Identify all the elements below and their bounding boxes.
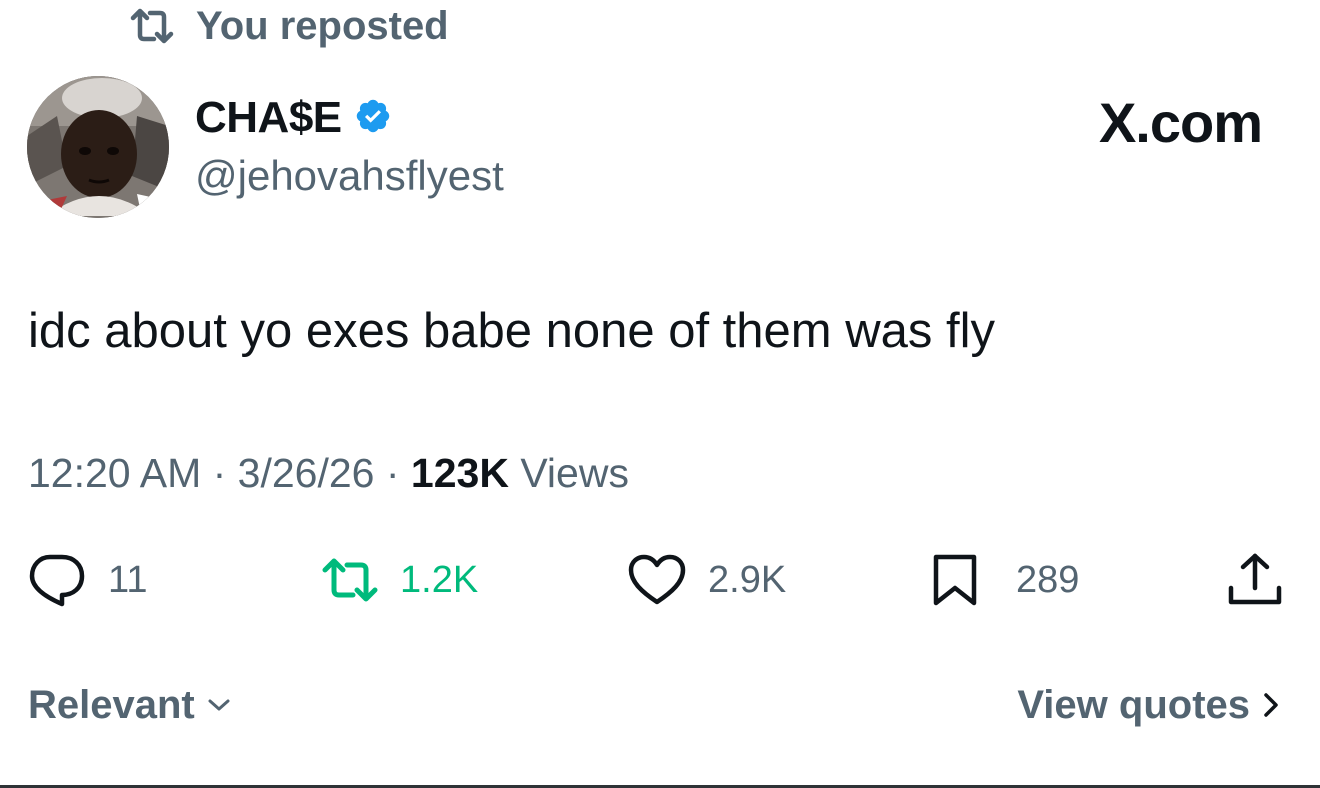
sort-relevant-dropdown[interactable]: Relevant [28,683,231,728]
display-name[interactable]: CHA$E [195,93,342,143]
bookmark-icon [932,553,978,607]
reply-sort-bar: Relevant View quotes [28,680,1280,730]
chevron-down-icon [207,697,231,713]
repost-banner-text: You reposted [196,3,449,48]
tweet-meta: 12:20 AM · 3/26/26 · 123K Views [28,450,629,497]
tweet-time[interactable]: 12:20 AM [28,450,201,496]
repost-count: 1.2K [400,558,479,601]
repost-icon [130,8,174,44]
reply-button[interactable]: 11 [28,550,147,610]
views-count: 123K [410,450,509,496]
bookmark-button[interactable]: 289 [932,550,1079,610]
repost-icon [322,558,378,602]
tweet-text: idc about yo exes babe none of them was … [28,304,995,358]
verified-badge-icon [354,97,392,140]
avatar[interactable] [27,76,169,218]
view-quotes-label: View quotes [1017,682,1250,727]
profile-photo [27,76,169,218]
views-label: Views [508,450,629,496]
heart-icon [628,554,686,606]
handle[interactable]: @jehovahsflyest [195,152,504,200]
like-count: 2.9K [708,558,787,601]
chevron-right-icon [1262,691,1280,719]
tweet-date[interactable]: 3/26/26 [238,450,375,496]
repost-banner: You reposted [130,2,449,50]
share-icon [1226,552,1284,608]
share-button[interactable] [1226,550,1284,610]
reply-icon [28,553,86,607]
sort-label: Relevant [28,682,195,727]
reply-count: 11 [108,558,148,601]
like-button[interactable]: 2.9K [628,550,786,610]
action-bar: 11 1.2K 2.9K 289 [0,550,1320,610]
repost-button[interactable]: 1.2K [322,550,478,610]
author-info: CHA$E @jehovahsflyest [195,92,504,200]
brand-watermark: X.com [1098,91,1263,154]
meta-separator: · [201,450,238,496]
meta-separator: · [374,450,411,496]
view-quotes-link[interactable]: View quotes [1017,683,1280,728]
bookmark-count: 289 [1016,558,1080,601]
